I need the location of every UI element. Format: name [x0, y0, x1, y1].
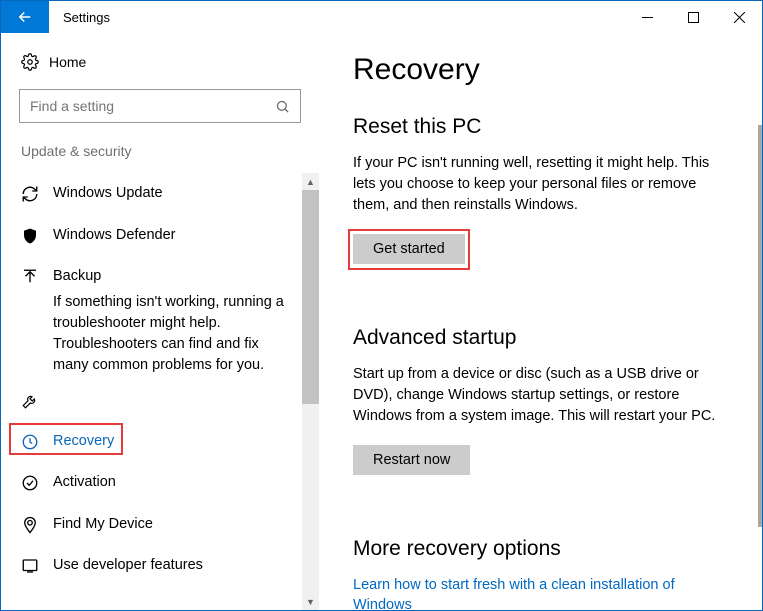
window-controls [624, 1, 762, 33]
history-icon [21, 433, 53, 451]
backup-icon [21, 268, 53, 286]
sidebar: Home Find a setting Update & security Wi… [1, 33, 319, 610]
sidebar-item-windows-defender[interactable]: Windows Defender [1, 215, 319, 257]
section-title-more: More recovery options [353, 537, 734, 561]
minimize-button[interactable] [624, 1, 670, 33]
section-title-reset: Reset this PC [353, 115, 734, 139]
category-label: Update & security [1, 143, 319, 173]
close-icon [734, 12, 745, 23]
minimize-icon [642, 12, 653, 23]
section-title-advanced: Advanced startup [353, 326, 734, 350]
sidebar-item-recovery[interactable]: Recovery [1, 421, 319, 463]
home-button[interactable]: Home [1, 53, 319, 89]
fresh-start-link[interactable]: Learn how to start fresh with a clean in… [353, 575, 734, 610]
developer-icon [21, 557, 53, 575]
restart-now-button[interactable]: Restart now [353, 445, 470, 475]
sidebar-item-troubleshoot[interactable] [1, 380, 319, 421]
sidebar-item-label: Windows Update [53, 184, 311, 204]
sidebar-item-activation[interactable]: Activation [1, 462, 319, 504]
sidebar-item-label: Use developer features [53, 556, 311, 576]
scroll-track[interactable] [302, 190, 319, 593]
troubleshooter-help-text: If something isn't working, running a tr… [1, 292, 319, 388]
section-body-reset: If your PC isn't running well, resetting… [353, 153, 734, 216]
window-title: Settings [49, 10, 110, 25]
close-button[interactable] [716, 1, 762, 33]
settings-window: Settings Home [0, 0, 763, 611]
home-label: Home [49, 54, 86, 70]
page-header: Recovery [353, 53, 734, 87]
sidebar-item-label: Recovery [53, 432, 311, 452]
sidebar-scrollbar[interactable]: ▲ ▼ [302, 173, 319, 610]
sidebar-item-backup[interactable]: Backup [1, 256, 319, 298]
wrench-icon [21, 392, 53, 410]
sidebar-item-label: Find My Device [53, 515, 311, 535]
scroll-up-arrow-icon[interactable]: ▲ [302, 173, 319, 190]
search-input[interactable]: Find a setting [19, 89, 301, 123]
window-body: Home Find a setting Update & security Wi… [1, 33, 762, 610]
maximize-icon [688, 12, 699, 23]
sidebar-item-label: Activation [53, 473, 311, 493]
sidebar-item-label: Backup [53, 267, 311, 287]
sidebar-item-label: Windows Defender [53, 226, 311, 246]
arrow-left-icon [16, 8, 34, 26]
search-icon [275, 99, 290, 114]
scroll-down-arrow-icon[interactable]: ▼ [302, 593, 319, 610]
location-icon [21, 516, 53, 534]
maximize-button[interactable] [670, 1, 716, 33]
main-panel: Recovery Reset this PC If your PC isn't … [319, 33, 762, 610]
main-scrollbar[interactable] [758, 125, 762, 592]
titlebar: Settings [1, 1, 762, 33]
sidebar-item-find-my-device[interactable]: Find My Device [1, 504, 319, 546]
sync-icon [21, 185, 53, 203]
check-circle-icon [21, 474, 53, 492]
scroll-thumb[interactable] [302, 190, 319, 404]
get-started-button[interactable]: Get started [353, 234, 465, 264]
gear-icon [21, 53, 49, 71]
back-button[interactable] [1, 1, 49, 33]
shield-icon [21, 227, 53, 245]
nav-list: Windows Update Windows Defender Backup I… [1, 173, 319, 610]
search-placeholder: Find a setting [30, 98, 275, 114]
sidebar-item-windows-update[interactable]: Windows Update [1, 173, 319, 215]
sidebar-item-developer[interactable]: Use developer features [1, 545, 319, 587]
section-body-advanced: Start up from a device or disc (such as … [353, 364, 734, 427]
main-scroll-thumb[interactable] [758, 125, 762, 527]
